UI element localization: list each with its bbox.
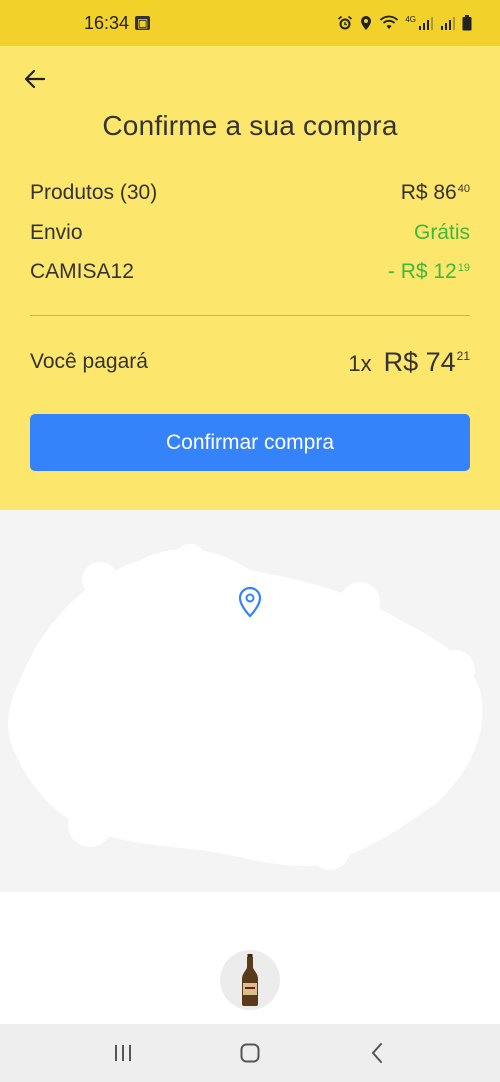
products-row: Produtos (30) R$ 8640	[30, 178, 470, 208]
products-label: Produtos (30)	[30, 181, 158, 204]
recent-apps-icon	[115, 1045, 132, 1061]
confirm-purchase-button[interactable]: Confirmar compra	[30, 414, 470, 471]
arrow-left-icon	[24, 69, 46, 89]
nav-back-button[interactable]	[357, 1033, 397, 1073]
payment-amount: R$ 74	[383, 346, 456, 377]
home-icon	[240, 1043, 260, 1063]
coupon-label: CAMISA12	[30, 260, 134, 283]
checkout-header: Confirme a sua compra Produtos (30) R$ 8…	[0, 46, 500, 510]
status-icons: 4G	[337, 15, 472, 31]
shipping-row: Envio Grátis	[30, 218, 470, 248]
back-icon	[371, 1043, 382, 1063]
coupon-row: CAMISA12 - R$ 1219	[30, 257, 470, 287]
battery-icon	[462, 15, 472, 31]
payment-quantity: 1x	[348, 350, 372, 376]
signal-icon-2	[440, 16, 456, 30]
products-amount: R$ 8640	[400, 181, 470, 204]
payment-total: 1x R$ 7421	[348, 347, 470, 378]
shipping-value: Grátis	[413, 221, 470, 244]
recent-apps-button[interactable]	[103, 1033, 143, 1073]
signal-icon	[418, 16, 434, 30]
wifi-icon	[379, 15, 399, 31]
payment-row: Você pagará 1x R$ 7421	[30, 344, 470, 380]
location-icon	[359, 15, 373, 31]
product-thumbnail	[220, 950, 280, 1010]
status-time: 16:34	[84, 12, 130, 33]
page-title: Confirme a sua compra	[102, 110, 398, 141]
beer-bottle-icon	[242, 954, 258, 1006]
coupon-amount: - R$ 1219	[387, 260, 470, 283]
shipping-label: Envio	[30, 221, 83, 244]
home-button[interactable]	[230, 1033, 270, 1073]
payment-cents: 21	[456, 348, 470, 363]
status-bar: 16:34 ▣ 4G	[0, 0, 500, 46]
back-button[interactable]	[20, 64, 50, 94]
map-area[interactable]	[0, 510, 500, 892]
location-pin-icon	[238, 586, 262, 618]
coupon-cents: 19	[457, 262, 470, 274]
payment-label: Você pagará	[30, 350, 148, 373]
products-cents: 40	[457, 183, 470, 195]
alarm-icon	[337, 15, 353, 31]
system-nav-bar	[0, 1024, 500, 1082]
divider	[30, 315, 470, 316]
network-type: 4G	[405, 15, 416, 24]
product-card	[0, 892, 500, 1024]
gallery-icon: ▣	[135, 16, 151, 30]
map-redaction	[8, 544, 483, 870]
